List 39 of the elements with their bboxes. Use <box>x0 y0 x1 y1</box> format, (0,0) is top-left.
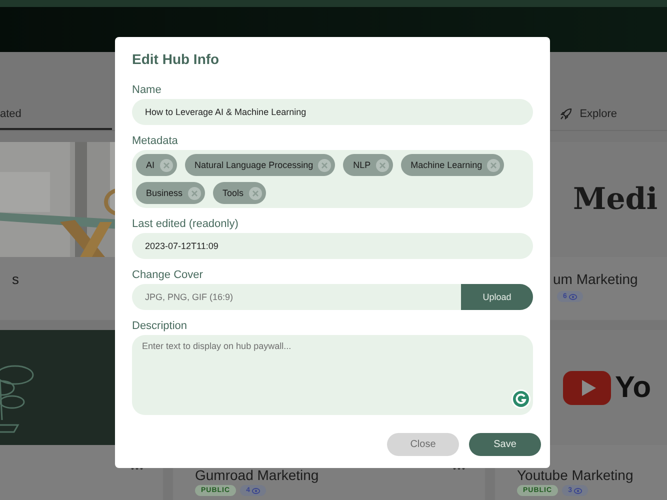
grammar-icon[interactable] <box>511 389 531 409</box>
eye-icon <box>574 488 582 494</box>
close-button[interactable]: Close <box>387 433 459 456</box>
remove-icon[interactable] <box>248 186 262 200</box>
remove-icon[interactable] <box>318 158 332 172</box>
remove-icon[interactable] <box>188 186 201 200</box>
text-field[interactable]: 2023-07-12T11:09 <box>132 233 533 259</box>
eye-icon <box>252 488 260 494</box>
card-title: Youtube Marketing <box>517 467 634 483</box>
logo-text: Yo <box>615 370 652 404</box>
play-logo-icon <box>563 370 611 404</box>
field-label: Metadata <box>132 135 179 147</box>
field-label: Change Cover <box>132 269 204 281</box>
tag-chip[interactable]: Natural Language Processing <box>184 154 336 176</box>
upload-button[interactable]: Upload <box>461 284 533 310</box>
card-title: um Marketing <box>552 271 638 287</box>
card-title: Gumroad Marketing <box>195 467 319 483</box>
tag-chip[interactable]: Business <box>136 182 205 204</box>
text-field[interactable]: How to Leverage AI & Machine Learning <box>132 99 533 125</box>
tag-chip[interactable]: Machine Learning <box>400 154 504 176</box>
save-button[interactable]: Save <box>469 433 541 456</box>
tag-chip[interactable]: NLP <box>343 154 393 176</box>
card-title: s <box>12 271 19 287</box>
remove-icon[interactable] <box>487 158 500 172</box>
file-field[interactable]: JPG, PNG, GIF (16:9) <box>132 284 461 310</box>
tags-field[interactable]: AI Natural Language Processing NLP Machine Learning Business Tools <box>132 150 533 208</box>
tag-chip[interactable]: AI <box>136 154 177 176</box>
field-label: Last edited (readonly) <box>132 218 240 230</box>
dialog-title: Edit Hub Info <box>132 51 220 67</box>
field-label: Description <box>132 320 188 332</box>
remove-icon[interactable] <box>376 158 389 172</box>
description-field[interactable]: Enter text to display on hub paywall... <box>132 335 533 415</box>
tab[interactable]: Explore <box>560 100 667 130</box>
field-label: Name <box>132 84 162 96</box>
remove-icon[interactable] <box>160 158 173 172</box>
tag-chip[interactable]: Tools <box>212 182 266 204</box>
logo-text: Medi <box>573 182 658 217</box>
tab[interactable]: ated <box>0 100 112 130</box>
eye-icon <box>568 294 577 300</box>
